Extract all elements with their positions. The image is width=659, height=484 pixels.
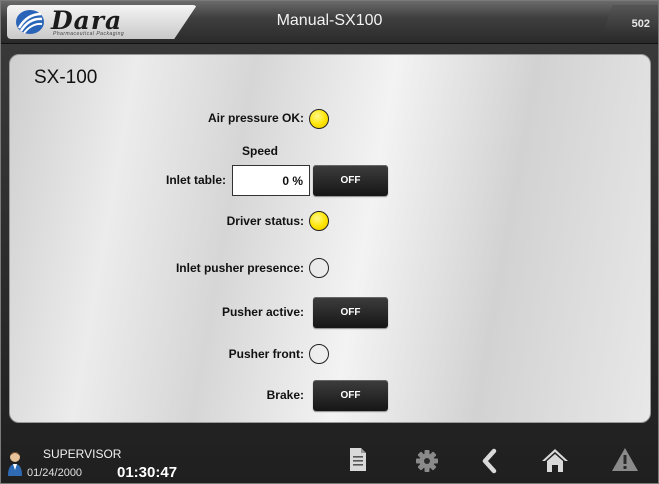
current-date: 01/24/2000 <box>27 467 83 479</box>
brand-tagline: Pharmaceutical Packaging <box>53 31 125 37</box>
panel-title: SX-100 <box>34 67 98 88</box>
header-bar: Dara Pharmaceutical Packaging Manual-SX1… <box>1 1 658 44</box>
alarm-icon[interactable] <box>609 443 641 475</box>
air-pressure-label: Air pressure OK: <box>207 111 304 125</box>
brake-toggle-button[interactable]: OFF <box>313 380 388 411</box>
back-icon[interactable] <box>474 443 506 475</box>
inlet-table-speed-unit: % <box>292 174 303 188</box>
hmi-window: Dara Pharmaceutical Packaging Manual-SX1… <box>0 0 659 484</box>
user-name: SUPERVISOR <box>43 447 122 461</box>
user-icon[interactable] <box>7 449 23 477</box>
screen-number: 502 <box>631 18 650 30</box>
driver-status-label: Driver status: <box>226 214 304 228</box>
screen-title: Manual-SX100 <box>276 12 383 29</box>
pusher-active-toggle-button[interactable]: OFF <box>313 297 388 328</box>
inlet-pusher-presence-indicator <box>309 258 329 278</box>
pusher-active-label: Pusher active: <box>221 305 304 319</box>
document-icon[interactable] <box>341 443 373 475</box>
inlet-table-label: Inlet table: <box>165 173 226 187</box>
home-icon[interactable] <box>539 443 571 475</box>
footer-bar: SUPERVISOR 01/24/2000 01:30:47 <box>1 431 658 483</box>
manual-panel: SX-100 Air pressure OK: Speed Inlet tabl… <box>9 54 651 423</box>
inlet-table-speed-field[interactable]: 0 % <box>232 165 310 196</box>
inlet-pusher-presence-label: Inlet pusher presence: <box>175 261 304 275</box>
driver-status-indicator <box>309 211 329 231</box>
current-time: 01:30:47 <box>117 464 178 481</box>
air-pressure-indicator <box>309 109 329 129</box>
pusher-front-indicator <box>309 344 329 364</box>
gear-icon[interactable] <box>411 443 443 475</box>
pusher-front-label: Pusher front: <box>228 347 304 361</box>
speed-heading: Speed <box>242 144 279 158</box>
inlet-table-toggle-button[interactable]: OFF <box>313 165 388 196</box>
inlet-table-speed-value: 0 <box>282 174 289 188</box>
brake-label: Brake: <box>266 388 304 402</box>
